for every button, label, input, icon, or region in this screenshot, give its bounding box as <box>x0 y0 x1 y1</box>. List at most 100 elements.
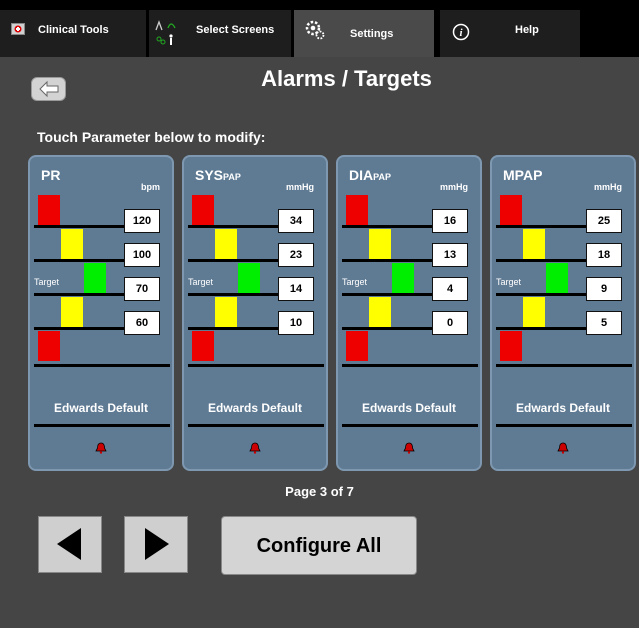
instruction-text: Touch Parameter below to modify: <box>37 129 266 145</box>
low-alarm-band <box>346 331 368 361</box>
scale-bottom-line <box>188 364 324 367</box>
default-setting-label: Edwards Default <box>361 401 457 415</box>
low-warning-band <box>61 297 83 327</box>
low-alarm-value: 60 <box>124 311 160 335</box>
low-alarm-band <box>192 331 214 361</box>
high-warning-value: 100 <box>124 243 160 267</box>
first-aid-icon <box>11 23 25 35</box>
target-label: Target <box>496 277 522 287</box>
tab-help-label: Help <box>515 24 539 36</box>
tab-select-screens[interactable]: Select Screens <box>149 10 291 57</box>
threshold-line <box>188 293 288 296</box>
high-warning-value: 13 <box>432 243 468 267</box>
page-indicator: Page 3 of 7 <box>285 484 354 499</box>
threshold-line <box>34 327 134 330</box>
divider-line <box>342 424 478 427</box>
threshold-line <box>496 225 596 228</box>
threshold-line <box>342 259 442 262</box>
parameter-unit: mmHg <box>285 182 314 192</box>
tab-settings[interactable]: Settings <box>294 10 434 57</box>
high-alarm-value: 16 <box>432 209 468 233</box>
parameter-card-mpap[interactable]: MPAP mmHg Target 25 18 9 5 Edwards Defau… <box>490 155 636 471</box>
divider-line <box>34 424 170 427</box>
threshold-line <box>188 225 288 228</box>
threshold-line <box>496 327 596 330</box>
target-band <box>546 263 568 293</box>
svg-text:i: i <box>459 27 463 39</box>
threshold-line <box>34 293 134 296</box>
tab-help[interactable]: i Help <box>440 10 580 57</box>
next-page-button[interactable] <box>124 516 188 573</box>
info-icon: i <box>452 23 470 41</box>
parameter-name: PR <box>41 167 61 183</box>
low-warning-value: 14 <box>278 277 314 301</box>
bell-icon <box>249 441 261 454</box>
low-alarm-value: 10 <box>278 311 314 335</box>
default-setting-label: Edwards Default <box>515 401 611 415</box>
high-warning-band <box>369 229 391 259</box>
default-setting-label: Edwards Default <box>53 401 149 415</box>
screens-icon <box>155 18 181 48</box>
low-warning-value: 4 <box>432 277 468 301</box>
parameter-unit: bpm <box>141 182 160 192</box>
triangle-left-icon <box>57 528 81 560</box>
scale-bottom-line <box>342 364 478 367</box>
low-warning-band <box>215 297 237 327</box>
parameter-unit: mmHg <box>439 182 468 192</box>
scale-bottom-line <box>496 364 632 367</box>
parameter-card-dia-pap[interactable]: DIAPAP mmHg Target 16 13 4 0 Edwards Def… <box>336 155 482 471</box>
parameter-name: SYSPAP <box>195 167 241 183</box>
top-tab-bar: Clinical Tools Select Screens Settings i… <box>0 0 639 57</box>
low-warning-band <box>369 297 391 327</box>
threshold-line <box>496 293 596 296</box>
high-warning-band <box>523 229 545 259</box>
high-alarm-band <box>346 195 368 225</box>
previous-page-button[interactable] <box>38 516 102 573</box>
divider-line <box>188 424 324 427</box>
alarms-targets-screen: Alarms / Targets Touch Parameter below t… <box>0 57 639 628</box>
parameter-name: DIAPAP <box>349 167 391 183</box>
parameter-name: MPAP <box>503 167 543 183</box>
default-setting-label: Edwards Default <box>207 401 303 415</box>
page-title: Alarms / Targets <box>261 66 432 91</box>
high-alarm-band <box>500 195 522 225</box>
tab-settings-label: Settings <box>350 28 394 40</box>
high-warning-value: 23 <box>278 243 314 267</box>
threshold-line <box>342 293 442 296</box>
threshold-line <box>342 225 442 228</box>
threshold-line <box>188 327 288 330</box>
threshold-line <box>342 327 442 330</box>
parameter-unit: mmHg <box>593 182 622 192</box>
target-label: Target <box>342 277 368 287</box>
bell-icon <box>557 441 569 454</box>
gear-icon <box>304 19 326 41</box>
tab-clinical-tools-label: Clinical Tools <box>38 24 109 36</box>
tab-clinical-tools[interactable]: Clinical Tools <box>0 10 146 57</box>
parameter-card-pr[interactable]: PR bpm Target 120 100 70 60 Edwards Defa… <box>28 155 174 471</box>
high-warning-band <box>215 229 237 259</box>
threshold-line <box>188 259 288 262</box>
scale-bottom-line <box>34 364 170 367</box>
threshold-line <box>496 259 596 262</box>
high-warning-value: 18 <box>586 243 622 267</box>
low-warning-value: 70 <box>124 277 160 301</box>
threshold-line <box>34 225 134 228</box>
high-warning-band <box>61 229 83 259</box>
low-alarm-band <box>38 331 60 361</box>
configure-all-button[interactable]: Configure All <box>221 516 417 575</box>
high-alarm-band <box>38 195 60 225</box>
low-alarm-band <box>500 331 522 361</box>
high-alarm-band <box>192 195 214 225</box>
low-alarm-value: 5 <box>586 311 622 335</box>
bell-icon <box>403 441 415 454</box>
target-label: Target <box>188 277 214 287</box>
target-band <box>84 263 106 293</box>
parameter-card-sys-pap[interactable]: SYSPAP mmHg Target 34 23 14 10 Edwards D… <box>182 155 328 471</box>
high-alarm-value: 25 <box>586 209 622 233</box>
target-band <box>238 263 260 293</box>
target-band <box>392 263 414 293</box>
low-warning-band <box>523 297 545 327</box>
low-warning-value: 9 <box>586 277 622 301</box>
bell-icon <box>95 441 107 454</box>
triangle-right-icon <box>145 528 169 560</box>
